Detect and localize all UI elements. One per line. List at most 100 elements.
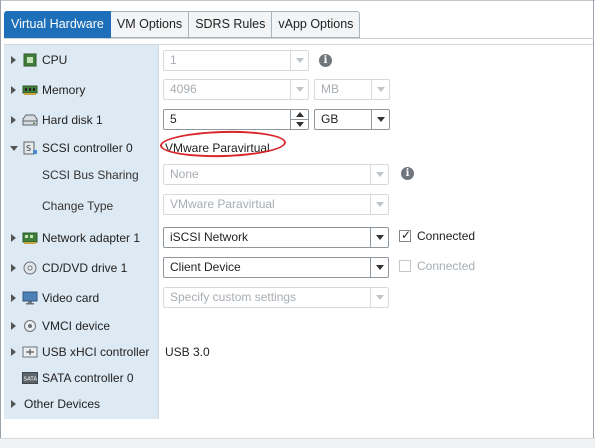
row-scsi-controller: S SCSI controller 0 VMware Paravirtual [4, 135, 593, 161]
stepper-down[interactable] [291, 120, 308, 129]
chevron-down-icon [376, 87, 385, 92]
scsi-bus-sharing-header: SCSI Bus Sharing [4, 161, 158, 191]
usb-controller-label: USB xHCI controller [42, 345, 150, 359]
tab-bar: Virtual Hardware VM Options SDRS Rules v… [4, 11, 361, 38]
row-video-card: Video card Specify custom settings [4, 283, 593, 313]
video-card-select[interactable]: Specify custom settings [163, 287, 389, 308]
video-card-value: Specify custom settings [170, 290, 297, 304]
scsi-bus-sharing-label: SCSI Bus Sharing [42, 168, 139, 182]
row-cd-dvd-header[interactable]: CD/DVD drive 1 [4, 253, 158, 283]
row-hard-disk-header[interactable]: Hard disk 1 [4, 105, 158, 135]
stepper-up[interactable] [291, 110, 308, 120]
monitor-icon [22, 291, 38, 305]
row-other-devices-header[interactable]: Other Devices [4, 391, 158, 417]
row-sata-controller: SATA SATA controller 0 [4, 365, 593, 391]
hard-disk-size-value: 5 [170, 112, 177, 126]
hardware-grid: CPU 1 i Memory 4096 MB Hard disk 1 5 GB … [4, 44, 593, 419]
expand-arrow-icon[interactable] [11, 322, 16, 330]
row-cpu-header[interactable]: CPU [4, 45, 158, 75]
memory-size-select[interactable]: 4096 [163, 79, 309, 100]
info-icon[interactable]: i [319, 54, 332, 67]
tab-vapp-options[interactable]: vApp Options [272, 11, 361, 38]
stepper-buttons[interactable] [290, 110, 308, 129]
row-usb-controller: USB xHCI controller USB 3.0 [4, 339, 593, 365]
usb-icon [22, 346, 38, 358]
cd-dvd-value: Client Device [170, 260, 241, 274]
row-cpu: CPU 1 i [4, 45, 593, 75]
row-video-card-header[interactable]: Video card [4, 283, 158, 313]
row-hard-disk: Hard disk 1 5 GB [4, 105, 593, 135]
tab-sdrs-rules[interactable]: SDRS Rules [189, 11, 273, 38]
hard-disk-unit-value: GB [321, 112, 339, 126]
expand-arrow-icon[interactable] [11, 116, 16, 124]
chevron-down-icon [295, 122, 304, 127]
network-adapter-icon [22, 232, 38, 244]
row-network-adapter-header[interactable]: Network adapter 1 [4, 223, 158, 253]
hard-disk-label: Hard disk 1 [42, 113, 103, 127]
collapse-arrow-icon[interactable] [10, 146, 18, 151]
network-connected-label: Connected [417, 229, 476, 243]
change-type-header: Change Type [4, 191, 158, 221]
chevron-down-icon [375, 265, 384, 270]
expand-arrow-icon[interactable] [11, 400, 16, 408]
memory-size-value: 4096 [170, 82, 197, 96]
cd-dvd-select[interactable]: Client Device [163, 257, 389, 278]
row-memory-header[interactable]: Memory [4, 75, 158, 105]
row-change-type: Change Type VMware Paravirtual [4, 191, 593, 221]
change-type-select[interactable]: VMware Paravirtual [163, 194, 389, 215]
expand-arrow-icon[interactable] [11, 294, 16, 302]
hard-disk-unit-select[interactable]: GB [314, 109, 390, 130]
info-icon[interactable]: i [401, 167, 414, 180]
row-other-devices: Other Devices [4, 391, 593, 417]
scsi-bus-sharing-select[interactable]: None [163, 164, 389, 185]
network-adapter-label: Network adapter 1 [42, 231, 141, 245]
cd-dvd-connected-checkbox[interactable] [399, 260, 411, 272]
hard-disk-size-stepper[interactable]: 5 [163, 109, 309, 130]
chevron-down-icon [375, 235, 384, 240]
dropdown-button[interactable] [371, 110, 389, 129]
tab-underline [4, 38, 594, 39]
dropdown-button[interactable] [370, 288, 388, 307]
chevron-down-icon [295, 87, 304, 92]
chevron-down-icon [376, 117, 385, 122]
tab-virtual-hardware[interactable]: Virtual Hardware [4, 11, 111, 38]
dropdown-button[interactable] [290, 80, 308, 99]
sata-icon: SATA [22, 372, 38, 384]
window-top-border [0, 0, 595, 1]
network-connected-checkbox[interactable]: ✓ [399, 228, 411, 242]
row-sata-controller-header: SATA SATA controller 0 [4, 365, 158, 391]
dropdown-button[interactable] [370, 165, 388, 184]
scsi-controller-label: SCSI controller 0 [42, 141, 133, 155]
memory-unit-select[interactable]: MB [314, 79, 390, 100]
expand-arrow-icon[interactable] [11, 348, 16, 356]
expand-arrow-icon[interactable] [11, 56, 16, 64]
change-type-label: Change Type [42, 199, 114, 213]
expand-arrow-icon[interactable] [11, 264, 16, 272]
cpu-label: CPU [42, 53, 68, 67]
svg-text:S: S [26, 144, 31, 153]
cpu-count-select[interactable]: 1 [163, 50, 309, 71]
chevron-down-icon [295, 58, 304, 63]
memory-label: Memory [42, 83, 86, 97]
tab-vm-options[interactable]: VM Options [110, 11, 190, 38]
svg-text:SATA: SATA [24, 377, 38, 383]
dropdown-button[interactable] [290, 51, 308, 70]
network-select[interactable]: iSCSI Network [163, 227, 389, 248]
cd-dvd-icon [23, 261, 37, 275]
row-network-adapter: Network adapter 1 iSCSI Network ✓ Connec… [4, 223, 593, 253]
row-memory: Memory 4096 MB [4, 75, 593, 105]
cd-dvd-connected-label: Connected [417, 259, 476, 273]
dropdown-button[interactable] [371, 80, 389, 99]
row-vmci-device-header[interactable]: VMCI device [4, 313, 158, 339]
expand-arrow-icon[interactable] [11, 234, 16, 242]
dropdown-button[interactable] [370, 228, 388, 247]
sata-controller-label: SATA controller 0 [42, 371, 134, 385]
dropdown-button[interactable] [370, 258, 388, 277]
row-scsi-bus-sharing: SCSI Bus Sharing None i [4, 161, 593, 191]
row-usb-controller-header[interactable]: USB xHCI controller [4, 339, 158, 365]
dropdown-button[interactable] [370, 195, 388, 214]
usb-controller-value: USB 3.0 [165, 345, 210, 359]
scsi-bus-sharing-value: None [170, 167, 199, 181]
expand-arrow-icon[interactable] [11, 86, 16, 94]
row-scsi-controller-header[interactable]: S SCSI controller 0 [4, 135, 158, 161]
